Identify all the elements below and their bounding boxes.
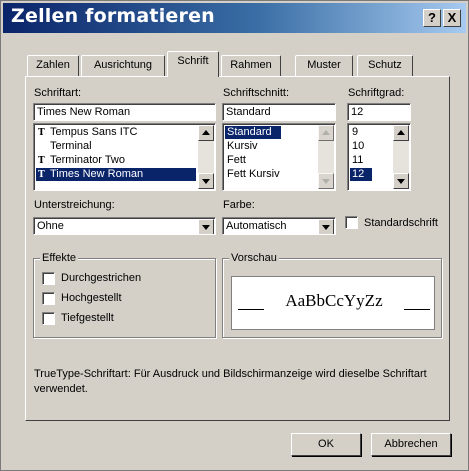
tab-schrift[interactable]: Schrift	[167, 51, 219, 77]
help-button[interactable]: ?	[423, 9, 441, 27]
scroll-down-button[interactable]	[198, 173, 214, 189]
underline-label: Unterstreichung:	[34, 199, 115, 211]
font-style-list[interactable]: Standard Kursiv Fett Fett Kursiv	[222, 123, 336, 191]
truetype-icon: T	[38, 156, 45, 166]
scroll-up-button[interactable]	[318, 125, 334, 141]
standard-font-label: Standardschrift	[364, 217, 438, 229]
cancel-button[interactable]: Abbrechen	[371, 433, 451, 456]
truetype-icon: T	[38, 170, 45, 180]
format-cells-dialog: Zellen formatieren ? X Zahlen Ausrichtun…	[0, 0, 469, 471]
list-item[interactable]: T Terminator Two	[36, 154, 196, 167]
close-button[interactable]: X	[443, 9, 461, 27]
arrow-down-icon	[202, 179, 210, 184]
font-style-input[interactable]: Standard	[222, 103, 336, 121]
arrow-up-icon	[397, 130, 405, 135]
preview-box: AaBbCcYyZz	[231, 276, 435, 330]
font-name-input[interactable]: Times New Roman	[33, 103, 216, 121]
preview-baseline-left	[238, 309, 264, 310]
tab-ausrichtung[interactable]: Ausrichtung	[81, 55, 165, 76]
tab-muster[interactable]: Muster	[295, 55, 353, 76]
preview-title: Vorschau	[229, 252, 279, 264]
scroll-up-button[interactable]	[198, 125, 214, 141]
preview-sample: AaBbCcYyZz	[285, 291, 383, 310]
list-item-label: Terminator Two	[50, 154, 125, 166]
list-item[interactable]: Terminal	[36, 140, 196, 153]
font-label: Schriftart:	[34, 87, 82, 99]
dropdown-button[interactable]	[318, 219, 334, 234]
subscript-label: Tiefgestellt	[61, 312, 114, 324]
preview-baseline-right	[404, 309, 430, 310]
style-label: Schriftschnitt:	[223, 87, 290, 99]
dropdown-button[interactable]	[198, 219, 214, 234]
tab-label: Zahlen	[36, 59, 70, 71]
dialog-title: Zellen formatieren	[11, 5, 215, 27]
arrow-up-icon	[202, 130, 210, 135]
style-list-scrollbar[interactable]	[318, 125, 334, 189]
font-tab-panel: Schriftart: Times New Roman T Tempus Sans…	[25, 76, 450, 421]
tab-schutz[interactable]: Schutz	[357, 55, 413, 76]
subscript-checkbox[interactable]	[42, 312, 55, 325]
underline-select[interactable]: Ohne	[33, 217, 216, 235]
chevron-down-icon	[202, 225, 210, 230]
tab-label: Muster	[307, 59, 341, 71]
standard-font-checkbox[interactable]	[345, 216, 358, 229]
ok-button[interactable]: OK	[291, 433, 361, 456]
list-item-selected[interactable]: Standard	[225, 126, 281, 139]
color-select[interactable]: Automatisch	[222, 217, 336, 235]
title-bar[interactable]: Zellen formatieren ? X	[3, 3, 466, 33]
arrow-down-icon	[322, 179, 330, 184]
tab-label: Ausrichtung	[93, 59, 153, 71]
color-label: Farbe:	[223, 199, 255, 211]
scroll-up-button[interactable]	[393, 125, 409, 141]
list-item[interactable]: 11	[350, 154, 390, 167]
list-item[interactable]: Kursiv	[225, 140, 315, 153]
scroll-down-button[interactable]	[318, 173, 334, 189]
truetype-icon: T	[38, 128, 45, 138]
list-item-label: Times New Roman	[50, 168, 144, 180]
font-size-list[interactable]: 9 10 11 12	[347, 123, 411, 191]
tab-label: Schrift	[177, 55, 209, 67]
font-size-input[interactable]: 12	[347, 103, 411, 121]
strikethrough-label: Durchgestrichen	[61, 272, 142, 284]
font-list[interactable]: T Tempus Sans ITC Terminal T Terminator Tw…	[33, 123, 216, 191]
arrow-down-icon	[397, 179, 405, 184]
superscript-checkbox[interactable]	[42, 292, 55, 305]
size-label: Schriftgrad:	[348, 87, 405, 99]
tab-rahmen[interactable]: Rahmen	[221, 55, 281, 76]
tab-zahlen[interactable]: Zahlen	[27, 55, 79, 76]
size-list-scrollbar[interactable]	[393, 125, 409, 189]
list-item-label: Tempus Sans ITC	[50, 126, 138, 138]
help-icon: ?	[428, 10, 436, 25]
list-item[interactable]: 9	[350, 126, 390, 139]
list-item[interactable]: Fett	[225, 154, 315, 167]
close-icon: X	[447, 10, 457, 25]
effects-group: Effekte Durchgestrichen Hochgestellt Tie…	[33, 252, 216, 338]
list-item-selected[interactable]: T Times New Roman	[36, 168, 196, 181]
list-item[interactable]: 10	[350, 140, 390, 153]
list-item[interactable]: Fett Kursiv	[225, 168, 315, 181]
list-item-selected[interactable]: 12	[350, 168, 372, 181]
superscript-label: Hochgestellt	[61, 292, 122, 304]
preview-group: Vorschau AaBbCcYyZz	[222, 252, 442, 338]
chevron-down-icon	[322, 225, 330, 230]
strikethrough-checkbox[interactable]	[42, 272, 55, 285]
arrow-up-icon	[322, 130, 330, 135]
underline-value: Ohne	[37, 220, 64, 232]
truetype-info-text: TrueType-Schriftart: Für Ausdruck und Bi…	[34, 368, 427, 395]
color-value: Automatisch	[226, 220, 287, 232]
scroll-down-button[interactable]	[393, 173, 409, 189]
tab-label: Rahmen	[230, 59, 272, 71]
list-item[interactable]: T Tempus Sans ITC	[36, 126, 196, 139]
tab-label: Schutz	[368, 59, 402, 71]
font-list-scrollbar[interactable]	[198, 125, 214, 189]
effects-title: Effekte	[40, 252, 79, 264]
list-item-label: Terminal	[50, 140, 92, 152]
